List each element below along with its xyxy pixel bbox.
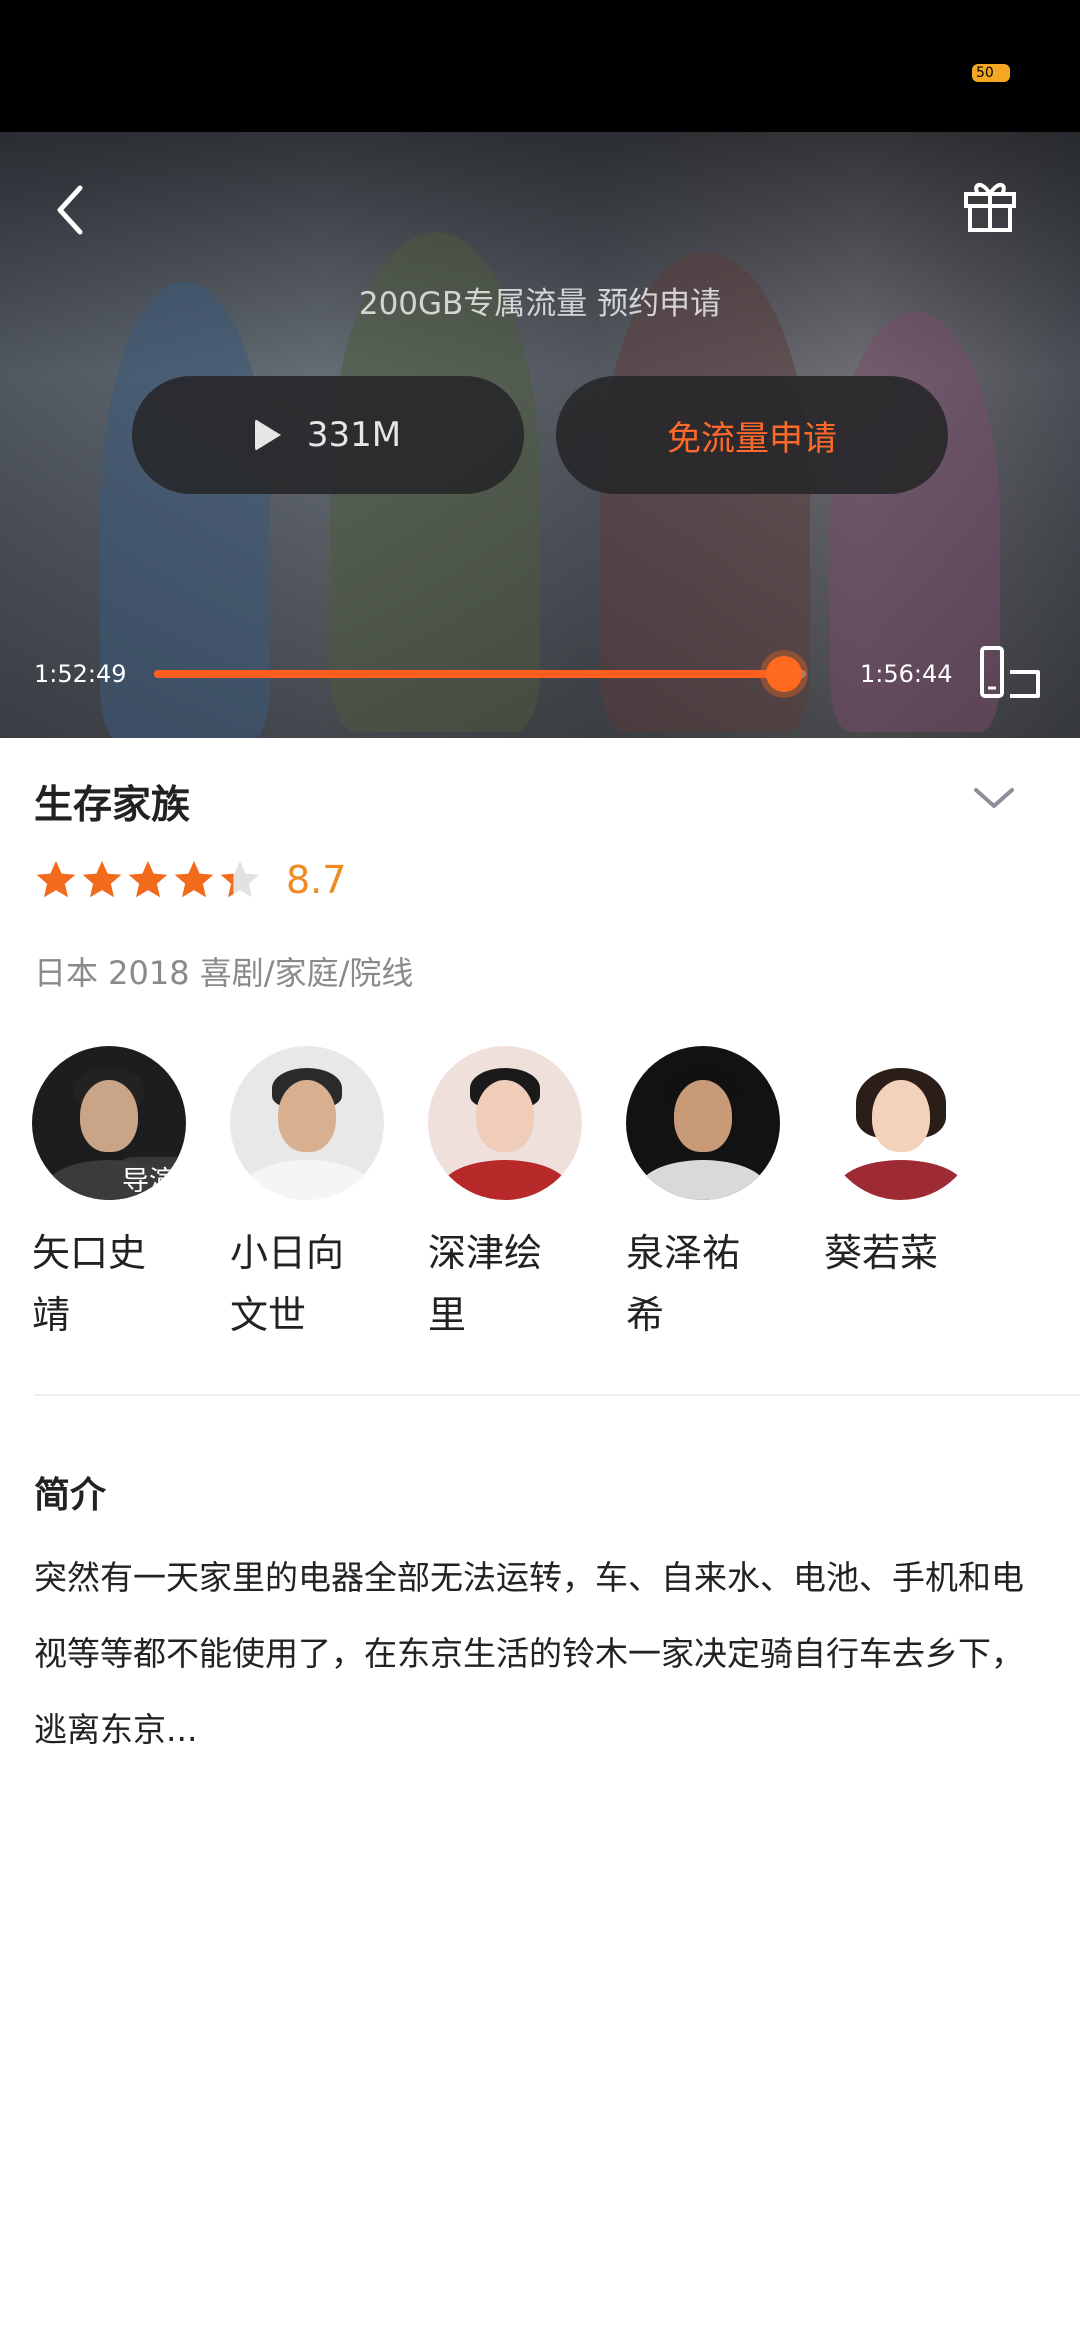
cast-name: 泉泽祐希 [626, 1231, 741, 1337]
avatar [626, 1046, 780, 1200]
current-time: 1:52:49 [34, 660, 127, 688]
avatar [428, 1046, 582, 1200]
cast-name: 矢口史靖 [32, 1231, 147, 1337]
gift-icon[interactable] [960, 174, 1020, 234]
star-icon [36, 861, 76, 898]
cast-item[interactable]: 小日向文世 [230, 1046, 390, 1346]
section-divider [34, 1394, 1080, 1396]
star-icon [220, 861, 260, 898]
play-data-size-button[interactable]: 331M [132, 376, 524, 494]
data-size-label: 331M [306, 415, 402, 455]
cast-name: 葵若菜 [824, 1231, 939, 1275]
cast-item[interactable]: 泉泽祐希 [626, 1046, 786, 1346]
star-icon [82, 861, 122, 898]
star-icon [174, 861, 214, 898]
intro-text: 突然有一天家里的电器全部无法运转，车、自来水、电池、手机和电视等等都不能使用了，… [34, 1558, 1024, 1749]
cast-item-director[interactable]: 导演 矢口史靖 [32, 1046, 192, 1346]
rating-stars [34, 858, 264, 902]
battery-icon: 50 [972, 64, 1010, 82]
screen-rotate-icon[interactable] [978, 646, 1044, 700]
progress-bar[interactable] [154, 656, 806, 692]
free-traffic-apply-button[interactable]: 免流量申请 [556, 376, 948, 494]
cast-name: 小日向文世 [230, 1231, 345, 1337]
cast-list: 导演 矢口史靖 小日向文世 深津绘里 泉泽祐希 葵若菜 [0, 1046, 1080, 1346]
progress-fill [154, 670, 785, 678]
traffic-promo-text[interactable]: 200GB专属流量 预约申请 [0, 278, 1080, 323]
chevron-down-icon[interactable] [972, 784, 1016, 814]
cast-name: 深津绘里 [428, 1231, 543, 1337]
avatar [230, 1046, 384, 1200]
cast-item[interactable]: 深津绘里 [428, 1046, 588, 1346]
free-traffic-apply-label: 免流量申请 [667, 418, 837, 459]
video-player[interactable]: 200GB专属流量 预约申请 331M 免流量申请 1:52:49 1:56:4… [0, 132, 1080, 738]
back-arrow-icon[interactable] [50, 180, 90, 240]
director-badge: 导演 [112, 1157, 186, 1200]
movie-meta: 日本 2018 喜剧/家庭/院线 [34, 954, 414, 992]
avatar [824, 1046, 978, 1200]
avatar: 导演 [32, 1046, 186, 1200]
movie-title: 生存家族 [34, 783, 191, 828]
rating-score: 8.7 [286, 858, 347, 902]
total-time: 1:56:44 [860, 660, 953, 688]
status-bar: 50 [0, 0, 1080, 132]
intro-heading: 简介 [34, 1475, 107, 1516]
play-icon [254, 419, 281, 451]
cast-item[interactable]: 葵若菜 [824, 1046, 984, 1284]
star-icon [128, 861, 168, 898]
